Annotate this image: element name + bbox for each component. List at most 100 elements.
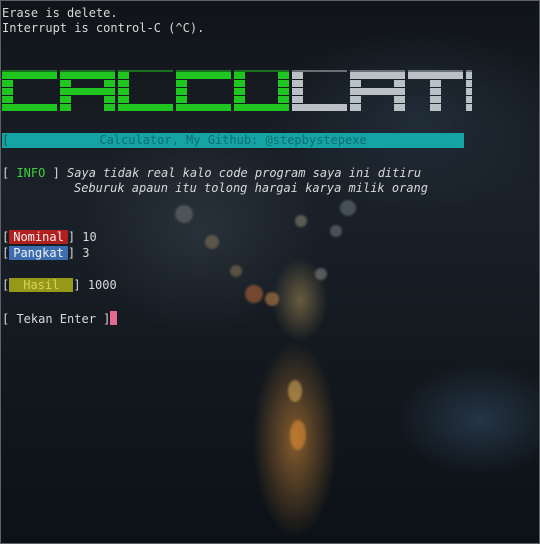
banner-block (267, 104, 278, 111)
title-text: Calculator, My Github: @stepbystepexe (99, 133, 367, 147)
banner-block (46, 104, 57, 111)
banner-block (176, 96, 187, 103)
banner-block (278, 88, 289, 95)
hasil-row: [Hasil] 1000 (2, 278, 117, 292)
banner-block (24, 104, 35, 111)
banner-block (394, 72, 405, 79)
banner-block (220, 104, 231, 111)
calculator-banner (2, 70, 540, 117)
banner-block (278, 80, 289, 87)
banner-block (394, 104, 405, 111)
pangkat-row: [Pangkat] 3 (2, 246, 90, 260)
banner-highlight (234, 70, 289, 72)
nominal-row: [Nominal] 10 (2, 230, 97, 244)
banner-highlight (60, 70, 115, 72)
hasil-value: 1000 (87, 278, 117, 292)
banner-block (350, 72, 361, 79)
banner-block (234, 104, 245, 111)
banner-block (35, 104, 46, 111)
banner-block (118, 104, 129, 111)
banner-block (234, 72, 245, 79)
banner-block (452, 72, 463, 79)
enter-prompt-text: [ Tekan Enter ] (2, 312, 111, 326)
banner-block (60, 96, 71, 103)
banner-block (104, 72, 115, 79)
banner-highlight (2, 70, 57, 72)
banner-block (118, 96, 129, 103)
banner-block (394, 96, 405, 103)
banner-highlight (118, 70, 173, 72)
banner-block (383, 72, 394, 79)
banner-block (209, 72, 220, 79)
banner-block (118, 88, 129, 95)
info-line-1: Saya tidak real kalo code program saya i… (67, 166, 422, 180)
banner-highlight (176, 70, 231, 72)
banner-block (2, 80, 13, 87)
banner-block (104, 88, 115, 95)
banner-block (466, 96, 477, 103)
text-cursor (110, 311, 118, 325)
banner-block (2, 72, 13, 79)
info-line-2: Seburuk apaun itu tolong hargai karya mi… (74, 181, 429, 195)
banner-block (408, 72, 419, 79)
banner-block (292, 80, 303, 87)
banner-highlight (466, 70, 521, 72)
banner-block (2, 104, 13, 111)
banner-block (60, 88, 71, 95)
banner-block (234, 88, 245, 95)
banner-letters (2, 70, 540, 111)
banner-block (176, 72, 187, 79)
banner-block (430, 80, 441, 87)
banner-block (292, 88, 303, 95)
banner-block (466, 80, 477, 87)
banner-block (46, 72, 57, 79)
banner-block (350, 80, 361, 87)
banner-block (104, 96, 115, 103)
banner-block (176, 80, 187, 87)
banner-block (60, 104, 71, 111)
banner-block (82, 72, 93, 79)
banner-block (93, 88, 104, 95)
banner-block (35, 72, 46, 79)
banner-block (82, 88, 93, 95)
hasil-label: Hasil (9, 278, 74, 292)
info-block: [ INFO ] Saya tidak real kalo code progr… (2, 166, 422, 180)
banner-block (361, 88, 372, 95)
banner-block (430, 96, 441, 103)
banner-block (430, 72, 441, 79)
banner-block (430, 88, 441, 95)
banner-block (13, 72, 24, 79)
banner-block (198, 104, 209, 111)
banner-block (93, 72, 104, 79)
banner-block (292, 72, 303, 79)
banner-block (71, 72, 82, 79)
banner-block (278, 72, 289, 79)
pangkat-value: 3 (82, 246, 90, 260)
nominal-label: Nominal (9, 230, 68, 244)
banner-block (292, 96, 303, 103)
banner-block (176, 104, 187, 111)
banner-block (187, 72, 198, 79)
banner-block (2, 88, 13, 95)
banner-block (336, 104, 347, 111)
banner-block (60, 80, 71, 87)
banner-block (118, 80, 129, 87)
banner-block (350, 104, 361, 111)
pangkat-label: Pangkat (9, 246, 68, 260)
hint-interrupt: Interrupt is control-C (^C). (2, 21, 205, 35)
banner-block (256, 104, 267, 111)
banner-block (176, 88, 187, 95)
banner-block (2, 96, 13, 103)
banner-block (13, 104, 24, 111)
banner-block (383, 88, 394, 95)
info-label: INFO (16, 166, 46, 180)
banner-highlight (292, 70, 347, 72)
banner-highlight (408, 70, 463, 72)
banner-block (151, 104, 162, 111)
enter-prompt[interactable]: [ Tekan Enter ] (2, 311, 118, 327)
banner-block (350, 96, 361, 103)
banner-block (350, 88, 361, 95)
banner-block (104, 80, 115, 87)
banner-block (60, 72, 71, 79)
banner-block (234, 96, 245, 103)
